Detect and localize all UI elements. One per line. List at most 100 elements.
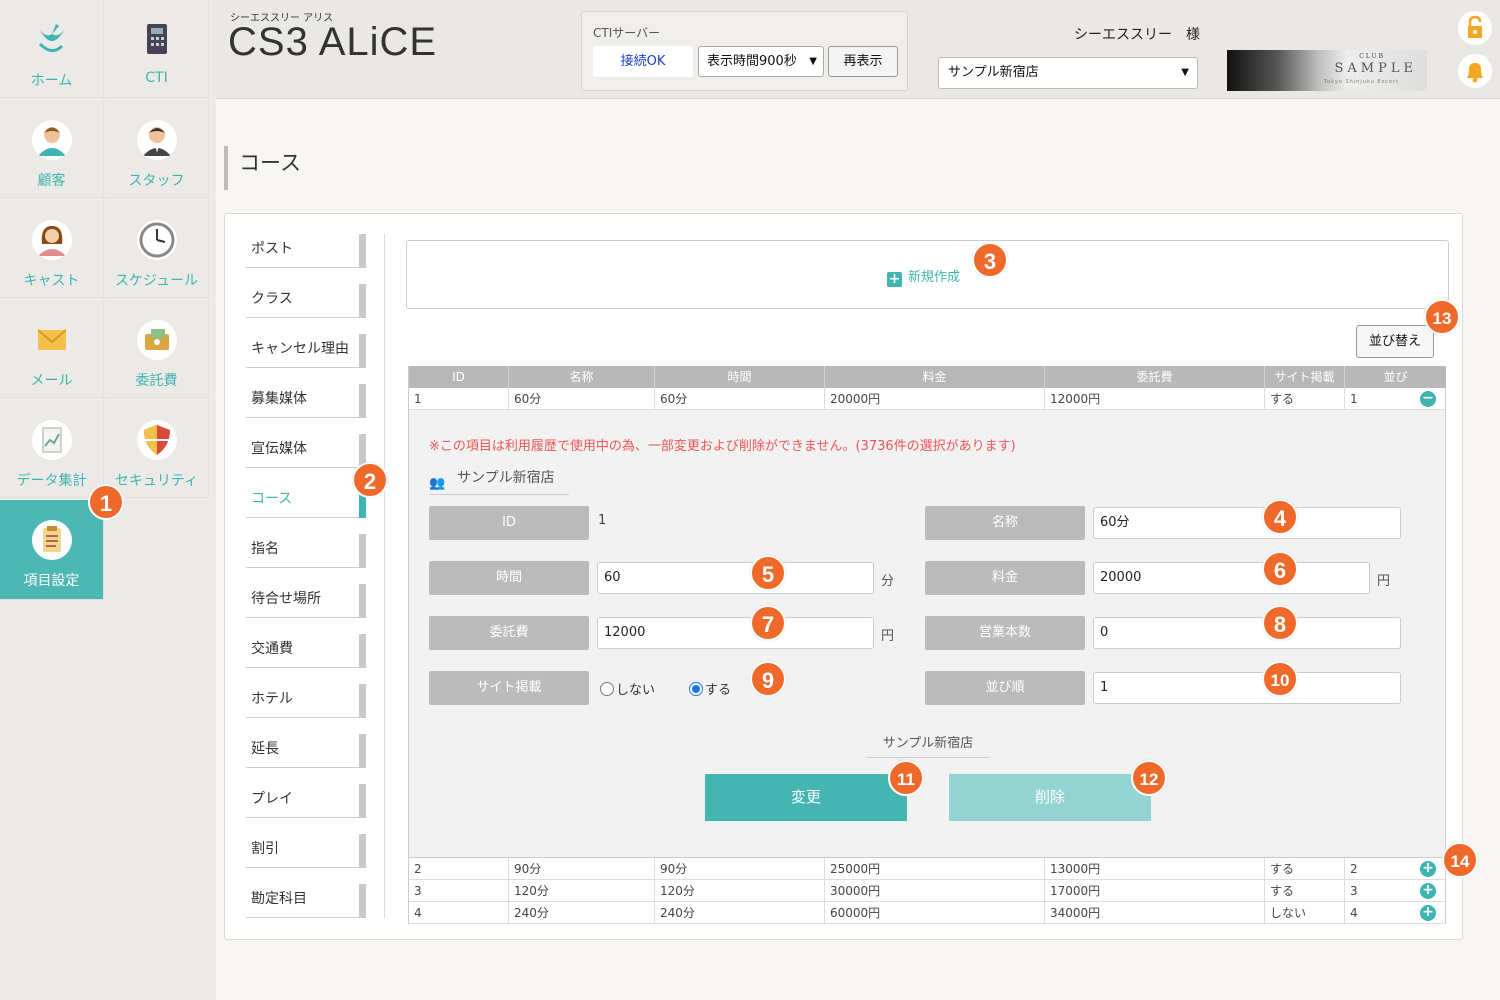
new-create-box: + 新規作成 [406,240,1449,309]
customer-icon [31,120,72,160]
nav-cast[interactable]: キャスト [0,200,104,298]
annotation-badge: 1 [88,484,124,520]
sort-button[interactable]: 並び替え [1356,325,1434,358]
store-heading-label: サンプル新宿店 [457,470,555,486]
table-cell: 90分 [508,858,654,880]
cti-label: CTIサーバー [593,26,661,40]
row-border [1445,388,1446,410]
table-cell: 120分 [508,880,654,902]
table-cell: 2 [408,858,508,880]
logo-sample-text: SAMPLE [1334,61,1417,76]
nav-label: セキュリティ [114,473,199,489]
phone-icon [146,24,167,54]
delete-button[interactable]: 削除 [949,774,1151,821]
price-input[interactable]: 20000 [1093,562,1370,594]
submenu-item[interactable]: 宣伝媒体 [246,434,366,468]
store-select[interactable]: サンプル新宿店 ▼ [938,57,1198,89]
annotation-badge: 5 [750,555,786,591]
nav-home[interactable]: ホーム [0,0,104,98]
submenu-item[interactable]: ポスト [246,234,366,268]
staff-icon [136,120,177,160]
radio-on-icon [689,682,703,696]
cti-status: 接続OK [593,46,693,77]
submenu-item[interactable]: キャンセル理由 [246,334,366,368]
new-create-link[interactable]: + 新規作成 [887,266,960,287]
nav-security[interactable]: セキュリティ [105,400,209,498]
nav-staff[interactable]: スタッフ [105,100,209,198]
nav-label: スケジュール [114,273,199,289]
cast-icon [31,220,72,260]
table-cell: 90分 [654,858,824,880]
time-label: 時間 [429,561,589,595]
fee-unit: 円 [881,629,895,644]
nav-cti[interactable]: CTI [105,0,209,98]
table-cell: 3 [408,880,508,902]
submenu-item[interactable]: 勘定科目 [246,884,366,918]
money-icon [136,320,177,360]
time-unit: 分 [881,574,895,589]
new-create-label: 新規作成 [908,270,961,285]
bell-icon[interactable] [1458,54,1492,88]
unlock-icon[interactable] [1458,11,1492,45]
column-header: 名称 [508,366,654,388]
table-cell: 120分 [654,880,824,902]
chevron-down-icon: ▼ [809,56,817,67]
site-listing-yes-radio[interactable]: する [689,679,731,698]
submenu-item[interactable]: 募集媒体 [246,384,366,418]
logo-tag-text: Tokyo Shinjuku Escort [1323,79,1399,85]
column-header: 料金 [824,366,1044,388]
nav-mail[interactable]: メール [0,300,104,398]
submenu-item[interactable]: プレイ [246,784,366,818]
nav-data[interactable]: データ集計 [0,400,104,498]
fee-input[interactable]: 12000 [597,617,874,649]
expand-icon[interactable]: + [1420,905,1436,921]
nav-customer[interactable]: 顧客 [0,100,104,198]
site-listing-label: サイト掲載 [429,671,589,705]
annotation-badge: 11 [888,760,924,796]
sales-count-label: 営業本数 [925,616,1085,650]
table-row[interactable]: 1 60分 60分 20000円 12000円 する 1− [408,388,1446,410]
shield-icon [136,420,177,460]
submenu-item[interactable]: 待合せ場所 [246,584,366,618]
nav-label: スタッフ [128,173,185,189]
submenu-item[interactable]: 延長 [246,734,366,768]
submenu-item[interactable]: 割引 [246,834,366,868]
refresh-button[interactable]: 再表示 [828,46,898,77]
expand-icon[interactable]: + [1420,861,1436,877]
fee-label: 委託費 [429,616,589,650]
app-title: CS3 ALiCE [228,20,438,64]
submenu-item[interactable]: 交通費 [246,634,366,668]
expand-icon[interactable]: + [1420,883,1436,899]
display-time-value: 表示時間900秒 [707,54,797,69]
table-cell: 60分 [654,388,824,410]
table-cell: 34000円 [1044,902,1264,924]
table-header-row: ID 名称 時間 料金 委託費 サイト掲載 並び [408,366,1446,388]
table-row[interactable]: 4 240分 240分 60000円 34000円 しない 4 + [408,902,1446,924]
site-listing-no-radio[interactable]: しない [600,679,655,698]
nav-item-settings[interactable]: 項目設定 [0,500,104,600]
submenu-item[interactable]: ホテル [246,684,366,718]
store-heading: 👥 サンプル新宿店 [429,465,569,495]
time-input[interactable]: 60 [597,562,874,594]
radio-label: する [705,683,732,698]
table-cell: する [1264,880,1344,902]
name-input[interactable]: 60分 [1093,507,1401,539]
column-header: ID [408,366,508,388]
order-input[interactable]: 1 [1093,672,1401,704]
submenu-item[interactable]: クラス [246,284,366,318]
display-time-select[interactable]: 表示時間900秒 ▼ [698,46,824,77]
nav-label: ホーム [30,73,73,89]
table-cell: する [1264,388,1344,410]
nav-schedule[interactable]: スケジュール [105,200,209,298]
table-cell: 12000円 [1044,388,1264,410]
submenu-item[interactable]: 指名 [246,534,366,568]
sales-count-input[interactable]: 0 [1093,617,1401,649]
nav-fee[interactable]: 委託費 [105,300,209,398]
update-button[interactable]: 変更 [705,774,907,821]
table-row[interactable]: 3 120分 120分 30000円 17000円 する 3 + [408,880,1446,902]
warning-text: ※この項目は利用履歴で使用中の為、一部変更および削除ができません。(3736件の… [429,439,1016,454]
row-border [1445,880,1446,902]
collapse-icon[interactable]: − [1420,391,1436,407]
table-row[interactable]: 2 90分 90分 25000円 13000円 する 2 + [408,858,1446,880]
submenu-item[interactable]: コース [246,484,366,518]
